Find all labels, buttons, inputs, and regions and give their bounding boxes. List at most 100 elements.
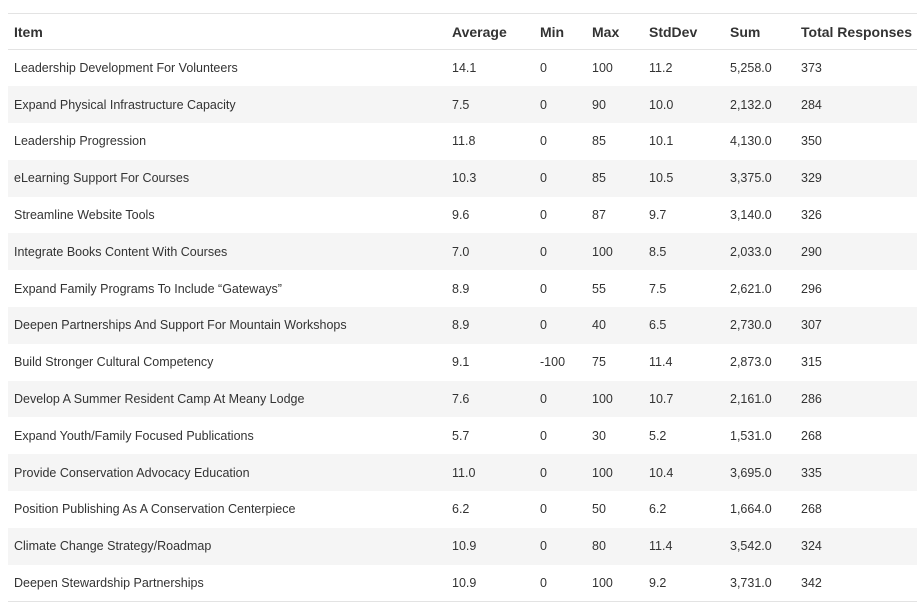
cell-average: 7.6 [452, 392, 470, 407]
cell-total-responses: 329 [801, 171, 822, 186]
cell-sum: 2,621.0 [730, 281, 772, 296]
table-row: Build Stronger Cultural Competency 9.1 -… [8, 344, 917, 381]
header-row: Item Average Min Max StdDev Sum Total Re… [8, 13, 917, 50]
cell-max: 30 [592, 428, 606, 443]
cell-min: 0 [540, 502, 547, 517]
table-body: Leadership Development For Volunteers 14… [8, 50, 917, 602]
cell-total-responses: 290 [801, 244, 822, 259]
header-stddev: StdDev [649, 23, 698, 40]
cell-min: 0 [540, 171, 547, 186]
cell-average: 9.1 [452, 355, 470, 370]
cell-stddev: 11.4 [649, 355, 673, 370]
cell-total-responses: 324 [801, 539, 822, 554]
cell-average: 14.1 [452, 61, 477, 76]
cell-total-responses: 342 [801, 575, 822, 590]
cell-sum: 2,132.0 [730, 97, 772, 112]
cell-min: 0 [540, 244, 547, 259]
cell-min: 0 [540, 575, 547, 590]
header-average: Average [452, 23, 507, 40]
cell-stddev: 8.5 [649, 244, 667, 259]
results-table-container: Item Average Min Max StdDev Sum Total Re… [8, 13, 917, 602]
cell-average: 10.3 [452, 171, 477, 186]
cell-total-responses: 268 [801, 428, 822, 443]
table-row: eLearning Support For Courses 10.3 0 85 … [8, 159, 917, 197]
cell-stddev: 11.4 [649, 539, 673, 554]
cell-item: Leadership Development For Volunteers [14, 61, 238, 76]
cell-average: 9.6 [452, 208, 470, 223]
cell-sum: 1,664.0 [730, 502, 772, 517]
cell-average: 7.5 [452, 97, 470, 112]
cell-sum: 2,873.0 [730, 355, 772, 370]
cell-max: 50 [592, 502, 606, 517]
cell-item: Deepen Partnerships And Support For Moun… [14, 318, 347, 333]
cell-stddev: 10.0 [649, 97, 674, 112]
header-item: Item [14, 23, 43, 40]
cell-item: Leadership Progression [14, 134, 147, 149]
header-max: Max [592, 23, 620, 40]
cell-sum: 3,375.0 [730, 171, 772, 186]
cell-sum: 3,695.0 [730, 465, 772, 480]
cell-min: 0 [540, 428, 547, 443]
header-sum: Sum [730, 23, 761, 40]
cell-item: Position Publishing As A Conservation Ce… [14, 502, 296, 517]
cell-item: Expand Youth/Family Focused Publications [14, 428, 254, 443]
cell-average: 6.2 [452, 502, 470, 517]
cell-stddev: 10.4 [649, 465, 674, 480]
table-row: Leadership Development For Volunteers 14… [8, 50, 917, 87]
cell-average: 10.9 [452, 539, 477, 554]
cell-max: 55 [592, 281, 606, 296]
cell-min: 0 [540, 97, 547, 112]
cell-max: 85 [592, 134, 606, 149]
cell-total-responses: 315 [801, 355, 822, 370]
cell-max: 85 [592, 171, 606, 186]
cell-total-responses: 373 [801, 61, 822, 76]
cell-stddev: 9.2 [649, 575, 667, 590]
cell-sum: 3,731.0 [730, 575, 772, 590]
cell-stddev: 6.5 [649, 318, 667, 333]
cell-max: 87 [592, 208, 606, 223]
table-row: Provide Conservation Advocacy Education … [8, 454, 917, 492]
cell-sum: 2,033.0 [730, 244, 772, 259]
cell-stddev: 5.2 [649, 428, 667, 443]
table-row: Streamline Website Tools 9.6 0 87 9.7 3,… [8, 197, 917, 234]
table-row: Integrate Books Content With Courses 7.0… [8, 233, 917, 271]
cell-max: 90 [592, 97, 606, 112]
cell-item: eLearning Support For Courses [14, 171, 190, 186]
cell-min: 0 [540, 465, 547, 480]
cell-stddev: 6.2 [649, 502, 667, 517]
cell-stddev: 7.5 [649, 281, 667, 296]
cell-max: 100 [592, 392, 613, 407]
table-row: Deepen Partnerships And Support For Moun… [8, 307, 917, 344]
cell-max: 40 [592, 318, 606, 333]
cell-min: 0 [540, 392, 547, 407]
cell-min: 0 [540, 318, 547, 333]
cell-item: Provide Conservation Advocacy Education [14, 465, 250, 480]
cell-stddev: 9.7 [649, 208, 667, 223]
cell-item: Streamline Website Tools [14, 208, 155, 223]
cell-max: 80 [592, 539, 606, 554]
cell-min: 0 [540, 539, 547, 554]
cell-total-responses: 350 [801, 134, 822, 149]
cell-min: 0 [540, 208, 547, 223]
cell-total-responses: 307 [801, 318, 822, 333]
header-total-responses: Total Responses [801, 23, 912, 40]
cell-max: 100 [592, 575, 613, 590]
cell-item: Expand Physical Infrastructure Capacity [14, 97, 236, 112]
cell-average: 7.0 [452, 244, 470, 259]
cell-item: Integrate Books Content With Courses [14, 244, 228, 259]
cell-total-responses: 284 [801, 97, 822, 112]
cell-max: 100 [592, 244, 613, 259]
cell-total-responses: 268 [801, 502, 822, 517]
cell-average: 8.9 [452, 318, 470, 333]
cell-min: 0 [540, 281, 547, 296]
cell-average: 8.9 [452, 281, 470, 296]
cell-sum: 2,161.0 [730, 392, 772, 407]
cell-item: Expand Family Programs To Include “Gatew… [14, 281, 282, 296]
cell-stddev: 10.1 [649, 134, 674, 149]
cell-min: 0 [540, 134, 547, 149]
cell-total-responses: 286 [801, 392, 822, 407]
cell-item: Deepen Stewardship Partnerships [14, 575, 204, 590]
cell-sum: 5,258.0 [730, 61, 772, 76]
cell-max: 100 [592, 61, 613, 76]
cell-stddev: 10.5 [649, 171, 674, 186]
